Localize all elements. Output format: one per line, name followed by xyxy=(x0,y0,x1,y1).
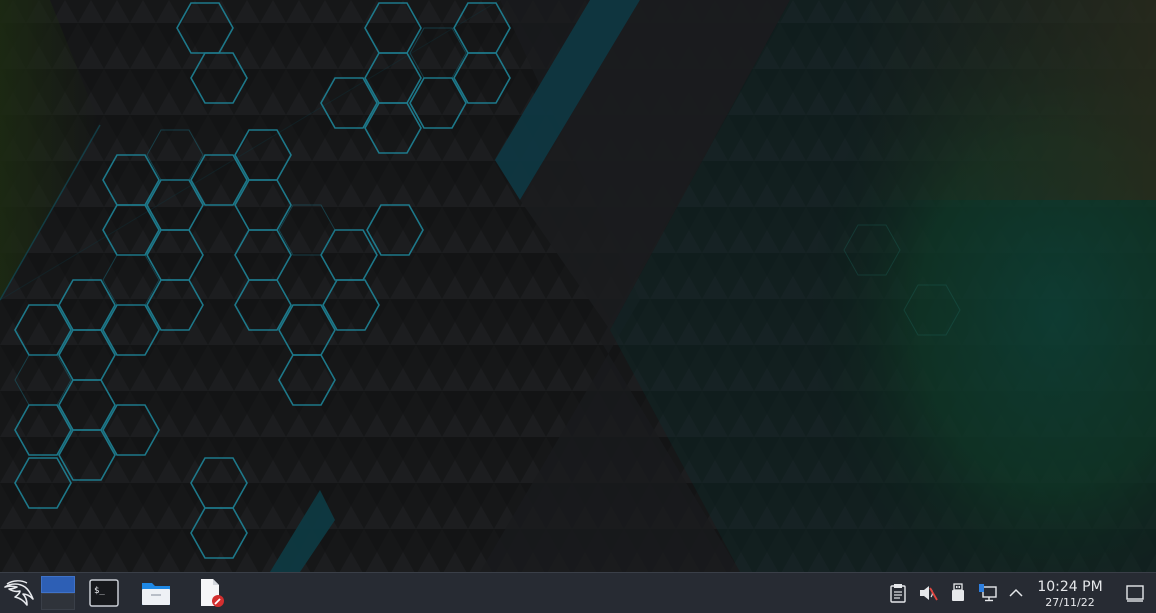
terminal-icon: $_ xyxy=(89,579,119,607)
digital-clock[interactable]: 10:24 PM 27/11/22 xyxy=(1030,575,1110,612)
task-terminal[interactable]: $_ xyxy=(84,573,124,613)
usb-drive-icon[interactable] xyxy=(948,583,968,603)
folder-icon xyxy=(140,579,172,607)
virtual-desktop-pager[interactable] xyxy=(41,576,75,610)
kali-dragon-icon xyxy=(3,579,37,607)
svg-text:$_: $_ xyxy=(94,586,105,596)
text-editor-icon xyxy=(195,578,225,608)
volume-muted-icon[interactable] xyxy=(918,583,938,603)
taskbar: $_ 10:24 PM 27/11/22 xyxy=(0,572,1156,613)
show-desktop-icon xyxy=(1125,585,1145,607)
pager-desktop-1[interactable] xyxy=(41,576,75,593)
network-icon[interactable] xyxy=(978,583,998,603)
chevron-up-icon[interactable] xyxy=(1006,583,1026,603)
pager-desktop-2[interactable] xyxy=(41,593,75,610)
show-desktop-button[interactable] xyxy=(1125,583,1145,603)
desktop-wallpaper xyxy=(0,0,1156,572)
task-text-editor[interactable] xyxy=(190,573,230,613)
clock-time: 10:24 PM xyxy=(1037,579,1103,595)
clock-date: 27/11/22 xyxy=(1045,596,1095,609)
clipboard-icon[interactable] xyxy=(888,583,908,603)
application-launcher-button[interactable] xyxy=(0,573,40,613)
task-file-manager[interactable] xyxy=(136,573,176,613)
